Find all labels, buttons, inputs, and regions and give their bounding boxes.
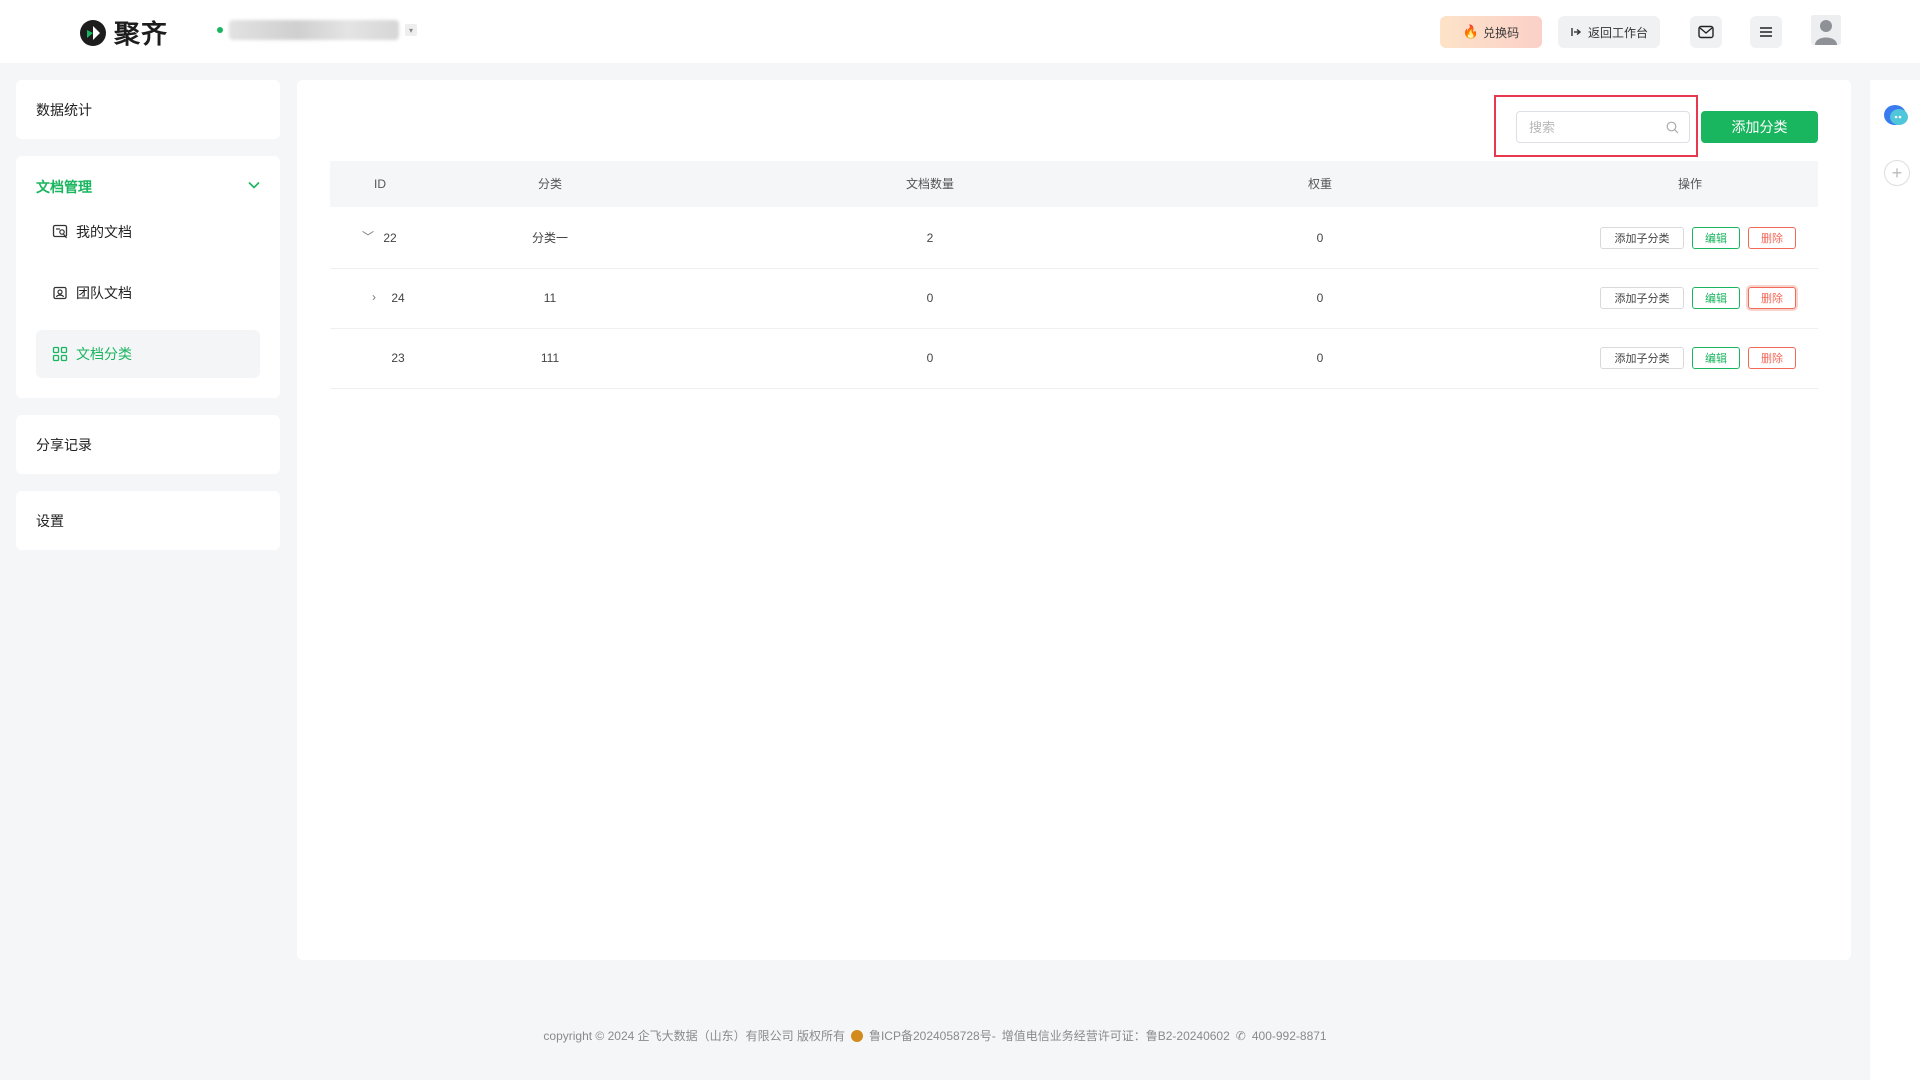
search-input[interactable] [1527,118,1661,136]
chat-assistant-icon[interactable] [1882,104,1910,128]
column-header-actions: 操作 [1677,177,1702,191]
cell-id: 24 [391,291,405,305]
delete-button[interactable]: 删除 [1748,287,1796,309]
logo-text: 聚齐 [114,19,169,49]
cell-weight: 0 [1316,291,1324,305]
sidebar-item-label: 数据统计 [36,102,92,118]
menu-button[interactable] [1750,16,1782,48]
cell-id: 23 [391,351,405,365]
cell-count: 2 [926,231,934,245]
sidebar-item-doc-categories[interactable]: 文档分类 [36,330,260,378]
mail-button[interactable] [1690,16,1722,48]
sidebar-item-label: 分享记录 [36,437,92,453]
sidebar-item-my-docs[interactable]: 我的文档 [36,208,260,256]
delete-button[interactable]: 删除 [1748,227,1796,249]
search-box[interactable] [1516,111,1690,143]
sidebar-item-label: 文档分类 [76,346,132,362]
workspace-selector[interactable]: ▾ [217,20,417,40]
police-badge-icon [850,1029,863,1042]
cell-count: 0 [926,351,934,365]
add-category-button[interactable]: 添加分类 [1701,111,1818,143]
edit-button[interactable]: 编辑 [1692,347,1740,369]
delete-button[interactable]: 删除 [1748,347,1796,369]
logo-icon [80,19,106,46]
sidebar-item-settings[interactable]: 设置 [16,491,280,550]
cell-category: 11 [543,291,557,305]
sidebar-item-label: 我的文档 [76,224,132,240]
collapse-icon[interactable]: ﹀ [362,208,374,268]
my-docs-icon [52,224,68,239]
table-row: › 24 11 0 0 添加子分类 编辑 删除 [330,268,1818,329]
column-header-category: 分类 [537,177,562,191]
back-label: 返回工作台 [1587,25,1648,40]
row-actions: 添加子分类 编辑 删除 [1600,347,1796,369]
phone-icon: ✆ [1235,1028,1246,1043]
app-logo[interactable]: 聚齐 [78,14,168,51]
cell-weight: 0 [1316,351,1324,365]
chevron-down-icon[interactable] [248,181,260,189]
team-docs-icon [53,286,67,300]
top-header: 聚齐 ▾ 🔥 兑换码 返回工作台 [0,0,1920,63]
column-header-count: 文档数量 [905,177,954,191]
column-header-weight: 权重 [1307,177,1332,191]
add-subcategory-button[interactable]: 添加子分类 [1600,347,1684,369]
grid-icon [52,346,68,362]
page-footer: copyright © 2024 企飞大数据（山东）有限公司 版权所有 鲁ICP… [0,1027,1870,1044]
chevron-down-icon[interactable]: ▾ [405,24,417,36]
sidebar-item-label: 团队文档 [76,285,132,301]
avatar[interactable] [1811,15,1841,45]
exit-icon [1571,28,1582,36]
right-tool-rail: + [1870,80,1920,1080]
edit-button[interactable]: 编辑 [1692,287,1740,309]
redeem-label: 兑换码 [1483,25,1520,40]
row-actions: 添加子分类 编辑 删除 [1600,287,1796,309]
cell-id: 22 [383,231,397,245]
table-row: ﹀ 22 分类一 2 0 添加子分类 编辑 删除 [330,208,1818,269]
phone-number: 400-992-8871 [1251,1028,1327,1043]
add-subcategory-button[interactable]: 添加子分类 [1600,227,1684,249]
search-icon[interactable] [1666,121,1679,134]
cell-weight: 0 [1316,231,1324,245]
table-row: 23 111 0 0 添加子分类 编辑 删除 [330,328,1818,389]
redeem-code-button[interactable]: 🔥 兑换码 [1440,16,1542,48]
sidebar-group-doc-manage: 文档管理 我的文档 团队文档 文档分类 [16,156,280,398]
add-icon[interactable]: + [1884,160,1910,186]
sidebar-group-title[interactable]: 文档管理 [36,177,92,197]
user-avatar-icon [1811,15,1841,45]
status-dot-icon [217,27,223,33]
column-header-id: ID [374,177,386,191]
table-header: ID 分类 文档数量 权重 操作 [330,161,1818,207]
cell-category: 111 [540,351,560,365]
sidebar-item-team-docs[interactable]: 团队文档 [36,269,260,317]
row-actions: 添加子分类 编辑 删除 [1600,227,1796,249]
mail-icon [1698,25,1714,39]
sidebar-item-label: 设置 [36,513,64,529]
hamburger-icon [1760,27,1772,37]
license-text: 增值电信业务经营许可证：鲁B2-20240602 [1001,1029,1230,1043]
sidebar-item-share-records[interactable]: 分享记录 [16,415,280,474]
copyright-text: copyright © 2024 企飞大数据（山东）有限公司 版权所有 [543,1029,845,1043]
cell-category: 分类一 [531,231,568,245]
fire-icon: 🔥 [1462,24,1480,39]
cell-count: 0 [926,291,934,305]
add-subcategory-button[interactable]: 添加子分类 [1600,287,1684,309]
workspace-name [229,20,399,40]
edit-button[interactable]: 编辑 [1692,227,1740,249]
icp-link[interactable]: 鲁ICP备2024058728号- [869,1027,996,1044]
sidebar-item-stats[interactable]: 数据统计 [16,80,280,139]
back-to-workbench-button[interactable]: 返回工作台 [1558,16,1660,48]
expand-icon[interactable]: › [372,268,376,328]
